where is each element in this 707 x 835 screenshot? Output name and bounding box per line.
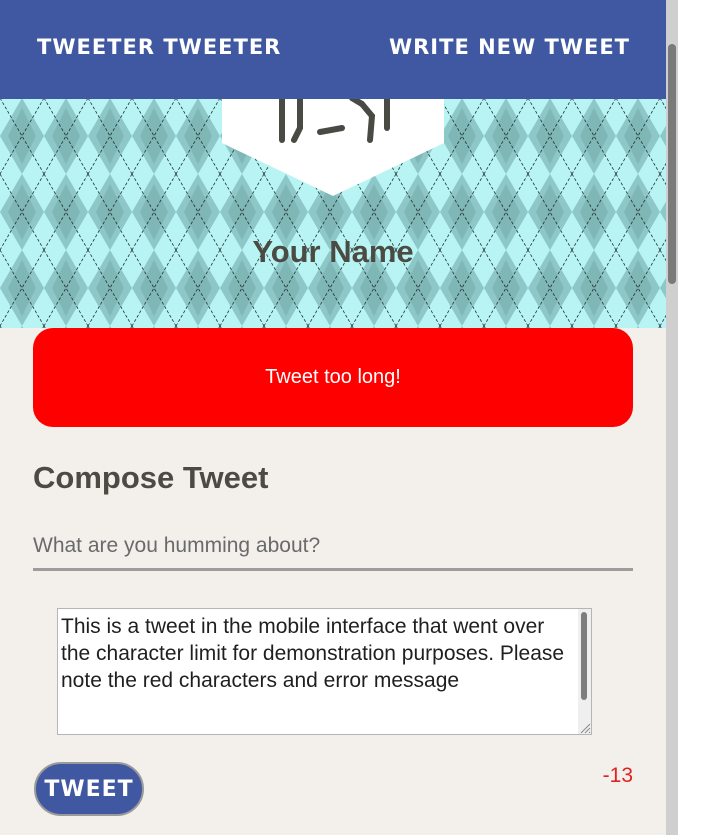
compose-title: Compose Tweet xyxy=(33,460,269,495)
write-new-tweet-link[interactable]: WRITE NEW TWEET xyxy=(389,35,630,59)
resize-handle-icon[interactable] xyxy=(578,721,591,734)
tweet-textarea[interactable]: This is a tweet in the mobile interface … xyxy=(57,608,592,735)
compose-prompt-input[interactable] xyxy=(33,524,633,571)
textarea-scrollbar[interactable] xyxy=(578,609,591,734)
profile-name: Your Name xyxy=(252,234,414,269)
error-message: Tweet too long! xyxy=(33,328,633,427)
brand-logo-text[interactable]: TWEETER TWEETER xyxy=(37,35,281,59)
top-nav: TWEETER TWEETER WRITE NEW TWEET xyxy=(0,0,666,99)
error-message-text: Tweet too long! xyxy=(265,366,401,388)
character-counter: -13 xyxy=(602,764,633,787)
profile-banner: Your Name xyxy=(0,98,666,328)
tweet-submit-button[interactable]: TWEET xyxy=(34,762,144,816)
page-scrollbar[interactable] xyxy=(666,0,678,835)
textarea-scroll-thumb[interactable] xyxy=(581,612,587,700)
page-viewport: Your Name TWEETER TWEETER WRITE NEW TWEE… xyxy=(0,0,666,835)
avatar-icon xyxy=(222,98,444,196)
page-scroll-thumb[interactable] xyxy=(668,44,676,284)
